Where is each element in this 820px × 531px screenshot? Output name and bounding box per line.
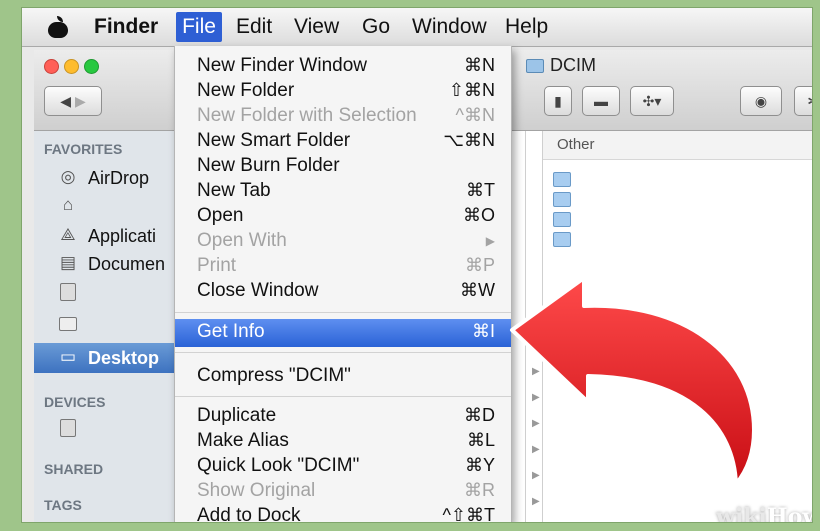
menu-item-new-smart-folder[interactable]: New Smart Folder ⌥⌘N [175, 129, 511, 154]
close-window-button[interactable] [44, 59, 59, 74]
file-menu-dropdown: New Finder Window ⌘N New Folder ⇧⌘N New Fo… [174, 46, 512, 522]
cover-flow-button[interactable]: ▬ [582, 86, 620, 116]
sidebar-item-airdrop[interactable]: ◎ AirDrop [34, 163, 184, 193]
menu-edit[interactable]: Edit [236, 13, 272, 41]
menu-finder[interactable]: Finder [94, 13, 158, 41]
menu-view[interactable]: View [294, 13, 339, 41]
sidebar: FAVORITES ◎ AirDrop ⌂ ⟁ Applicati ▤ Docu… [34, 131, 185, 522]
folder-row[interactable]: ▶ [553, 229, 812, 249]
zoom-window-button[interactable] [84, 59, 99, 74]
menu-item-compress[interactable]: Compress "DCIM" [175, 364, 511, 389]
folder-icon [526, 59, 544, 74]
back-forward-buttons[interactable]: ◀ ▶ [44, 86, 102, 116]
desktop-icon: ▭ [59, 347, 77, 366]
menu-separator [175, 312, 511, 313]
sidebar-item-label: Desktop [88, 348, 160, 368]
sidebar-item-label: Applicati [88, 226, 157, 246]
column-header[interactable]: Other [543, 131, 812, 160]
sidebar-item-drive[interactable] [34, 279, 184, 309]
menu-window[interactable]: Window [412, 13, 487, 41]
disclosure-triangle-icon: ▶ [532, 496, 540, 507]
menu-bar: Finder File Edit View Go Window Help [22, 8, 812, 47]
wikihow-watermark: wikiHow [716, 504, 812, 522]
favorites-heading: FAVORITES [44, 141, 123, 157]
screenshot-frame: DCIM ◀ ▶ ▮ ▬ ✣▾ ◉ ✲ FAVORITES ◎ AirDrop … [22, 8, 812, 522]
action-gear-button[interactable]: ✲ [794, 86, 812, 116]
menu-separator [175, 352, 511, 353]
sidebar-item-device[interactable] [34, 415, 184, 445]
menu-item-print[interactable]: Print ⌘P [175, 254, 511, 279]
column-view-button[interactable]: ▮ [544, 86, 572, 116]
sidebar-item-home[interactable]: ⌂ [34, 191, 184, 221]
folder-row[interactable]: ▶ [553, 169, 812, 189]
menu-item-new-tab[interactable]: New Tab ⌘T [175, 179, 511, 204]
menu-go[interactable]: Go [362, 13, 390, 41]
forward-arrow-icon[interactable]: ▶ [75, 93, 86, 109]
documents-icon: ▤ [59, 253, 77, 272]
menu-item-open[interactable]: Open ⌘O [175, 204, 511, 229]
menu-item-quick-look[interactable]: Quick Look "DCIM" ⌘Y [175, 454, 511, 479]
applications-icon: ⟁ [60, 225, 76, 244]
home-icon: ⌂ [62, 195, 74, 214]
sidebar-item-applications[interactable]: ⟁ Applicati [34, 221, 184, 251]
airdrop-icon: ◎ [60, 167, 76, 186]
sidebar-item-documents[interactable]: ▤ Documen [34, 249, 184, 279]
sidebar-item-folder[interactable] [34, 309, 184, 339]
menu-item-new-finder-window[interactable]: New Finder Window ⌘N [175, 54, 511, 79]
folder-row[interactable]: ▶ [553, 189, 812, 209]
menu-item-duplicate[interactable]: Duplicate ⌘D [175, 404, 511, 429]
menu-item-show-original[interactable]: Show Original ⌘R [175, 479, 511, 504]
folder-icon [553, 172, 571, 187]
sidebar-item-desktop[interactable]: ▭ Desktop [34, 343, 184, 373]
menu-item-make-alias[interactable]: Make Alias ⌘L [175, 429, 511, 454]
gear-icon: ✲ [807, 93, 812, 109]
drive-icon [58, 419, 78, 439]
menu-file[interactable]: File [176, 12, 222, 42]
menu-item-close-window[interactable]: Close Window ⌘W [175, 279, 511, 304]
menu-separator [175, 396, 511, 397]
folder-row[interactable]: ▶ [553, 209, 812, 229]
sidebar-item-label: AirDrop [88, 168, 150, 188]
folder-icon [553, 232, 571, 247]
tags-heading: TAGS [44, 497, 82, 513]
menu-help[interactable]: Help [505, 13, 548, 41]
menu-item-new-folder-with-selection[interactable]: New Folder with Selection ^⌘N [175, 104, 511, 129]
back-arrow-icon[interactable]: ◀ [60, 93, 71, 109]
menu-item-get-info[interactable]: Get Info ⌘I [175, 319, 511, 347]
menu-item-new-folder[interactable]: New Folder ⇧⌘N [175, 79, 511, 104]
window-title: DCIM [526, 55, 596, 76]
menu-item-open-with[interactable]: Open With ▶ [175, 229, 511, 254]
minimize-window-button[interactable] [64, 59, 79, 74]
arrange-button[interactable]: ✣▾ [630, 86, 674, 116]
red-pointer-arrow-icon [510, 276, 756, 486]
devices-heading: DEVICES [44, 394, 106, 410]
folder-icon [553, 212, 571, 227]
apple-logo-icon[interactable] [48, 16, 68, 38]
quick-look-button[interactable]: ◉ [740, 86, 782, 116]
shared-heading: SHARED [44, 461, 104, 477]
folder-icon [58, 313, 78, 333]
menu-item-new-burn-folder[interactable]: New Burn Folder [175, 154, 511, 179]
folder-icon [553, 192, 571, 207]
sidebar-item-label: Documen [88, 254, 166, 274]
drive-icon [58, 283, 78, 303]
menu-item-add-to-dock[interactable]: Add to Dock ^⇧⌘T [175, 504, 511, 522]
submenu-arrow-icon: ▶ [485, 234, 495, 248]
